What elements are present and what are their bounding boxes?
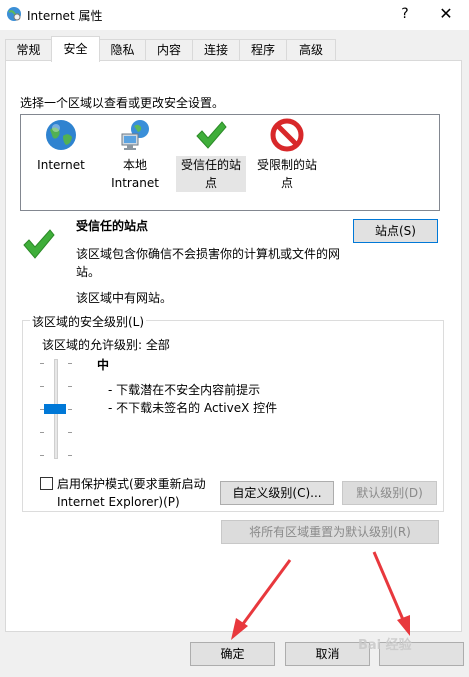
arrow-to-apply-line bbox=[372, 551, 406, 623]
tab-security[interactable]: 安全 bbox=[51, 36, 100, 62]
arrow-head-icon bbox=[397, 615, 410, 636]
annotation-arrows bbox=[231, 551, 410, 640]
watermark: Bai 经验 bbox=[358, 638, 412, 653]
arrow-to-ok-line bbox=[238, 559, 292, 629]
